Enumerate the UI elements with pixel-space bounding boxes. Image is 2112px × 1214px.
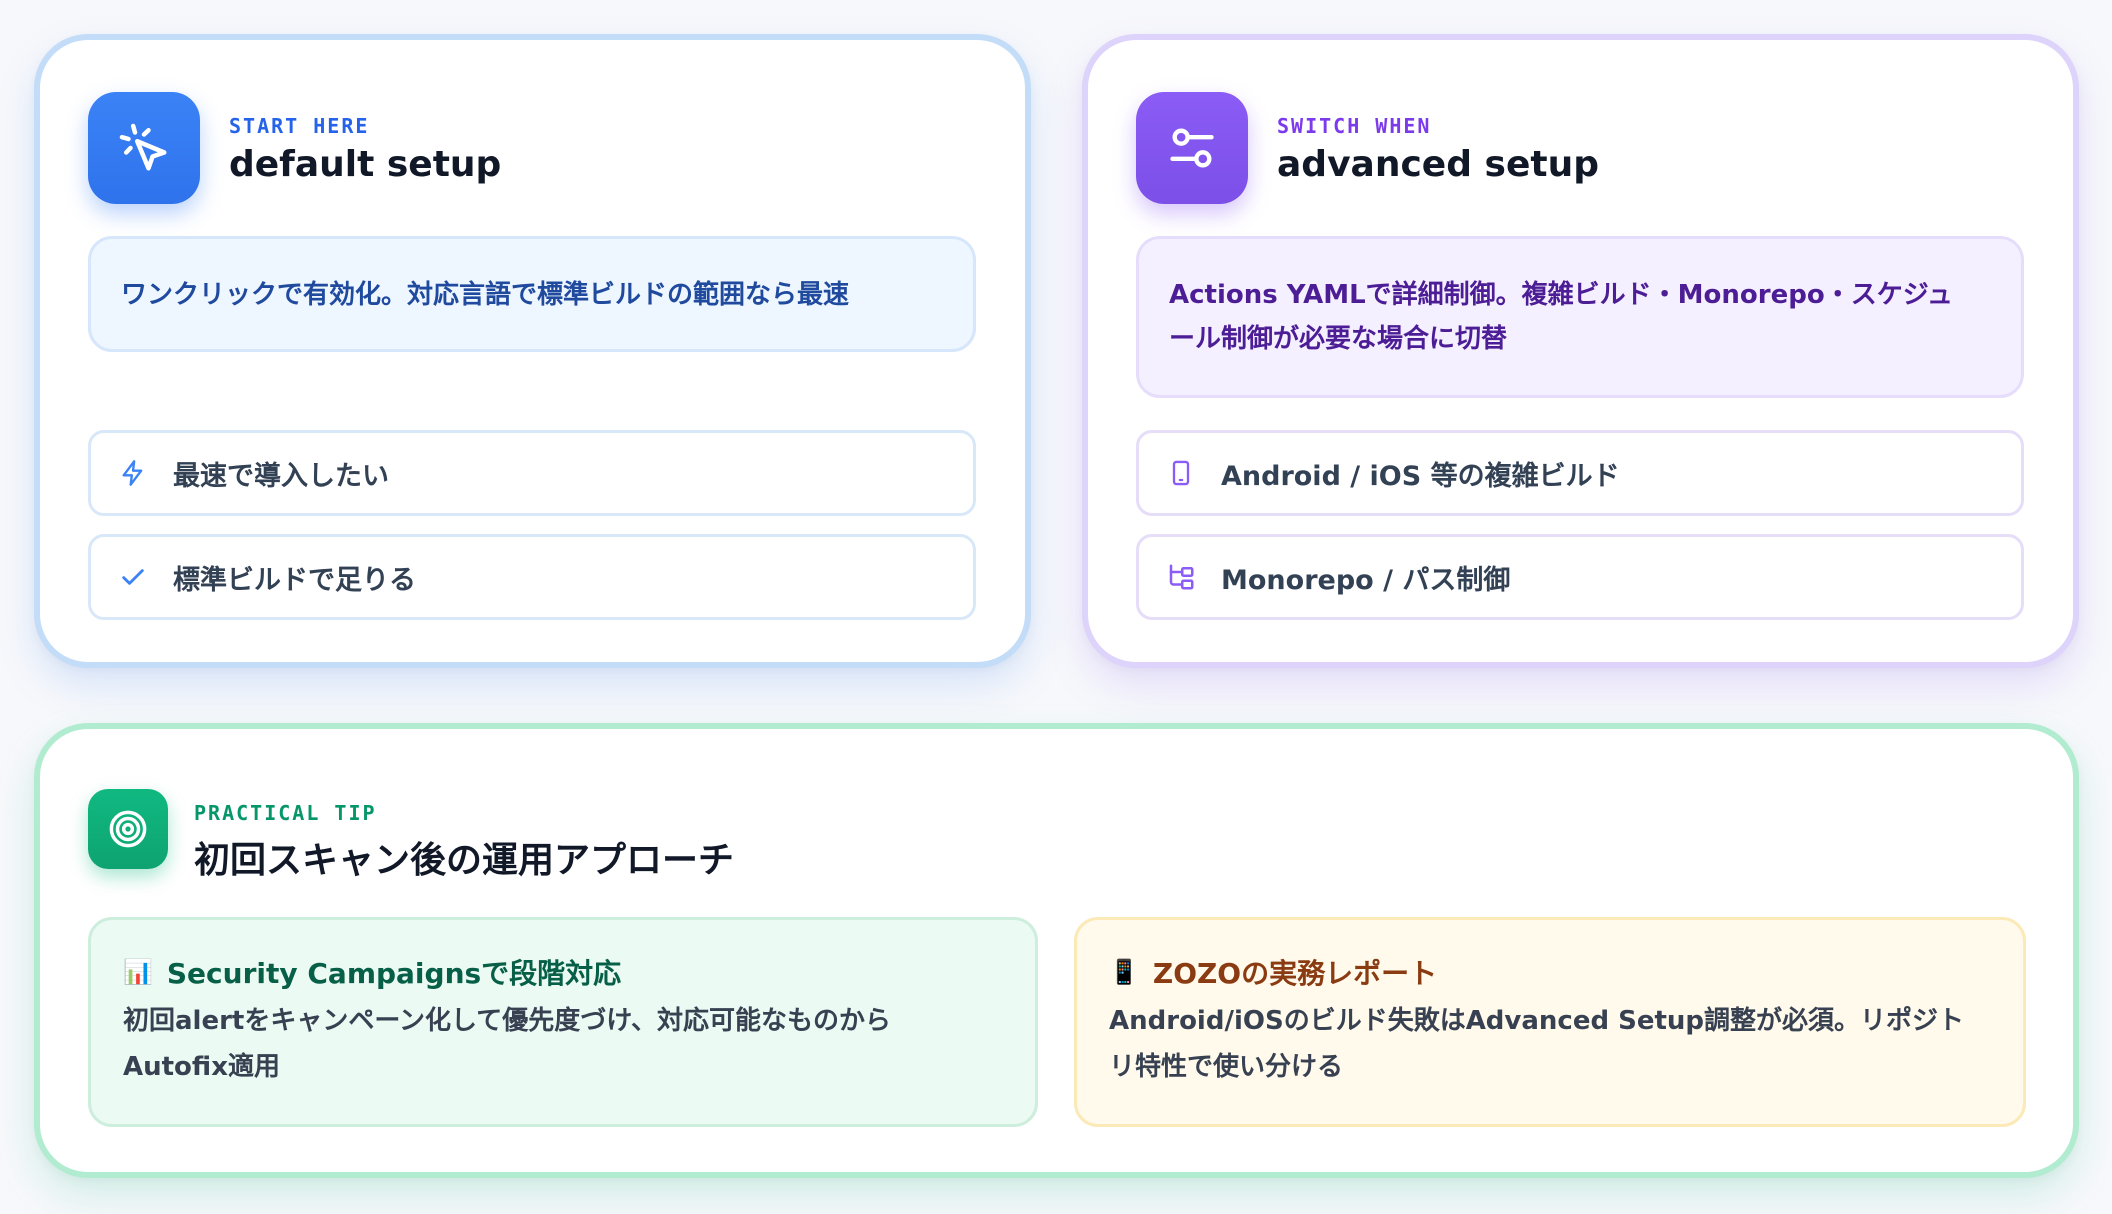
- advanced-item-complex-build: Android / iOS 等の複雑ビルド: [1136, 430, 2024, 516]
- default-item-label: 標準ビルドで足りる: [173, 564, 416, 596]
- cursor-click-icon: [88, 92, 200, 204]
- advanced-item-label: Monorepo / パス制御: [1221, 564, 1511, 596]
- lightning-icon: [115, 455, 151, 491]
- tip-box-zozo: 📱 ZOZOの実務レポート Android/iOSのビルド失敗はAdvanced…: [1074, 917, 2026, 1127]
- folder-tree-icon: [1163, 559, 1199, 595]
- bar-chart-icon: 📊: [123, 958, 153, 986]
- tip-box-body-line: Autofix適用: [123, 1052, 280, 1082]
- target-icon: [88, 789, 168, 869]
- advanced-title: advanced setup: [1277, 144, 1599, 185]
- tip-box-body: Android/iOSのビルド失敗はAdvanced Setup調整が必須。リポ…: [1109, 998, 1991, 1090]
- sliders-icon: [1136, 92, 1248, 204]
- default-eyebrow: START HERE: [229, 114, 370, 138]
- default-item-fastest: 最速で導入したい: [88, 430, 976, 516]
- tip-box-body: 初回alertをキャンペーン化して優先度づけ、対応可能なものから Autofix…: [123, 998, 1003, 1090]
- advanced-setup-card: SWITCH WHEN advanced setup Actions YAMLで…: [1082, 34, 2079, 668]
- advanced-item-monorepo: Monorepo / パス制御: [1136, 534, 2024, 620]
- default-description-text: ワンクリックで有効化。対応言語で標準ビルドの範囲なら最速: [121, 280, 850, 310]
- tip-box-heading-text: Security Campaignsで段階対応: [166, 957, 622, 990]
- tip-eyebrow: PRACTICAL TIP: [194, 801, 377, 825]
- check-icon: [115, 559, 151, 595]
- mobile-phone-icon: 📱: [1109, 958, 1139, 986]
- tip-box-body-line: 初回alertをキャンペーン化して優先度づけ、対応可能なものから: [123, 1006, 891, 1036]
- tip-box-campaigns: 📊 Security Campaignsで段階対応 初回alertをキャンペーン…: [88, 917, 1038, 1127]
- tip-box-body-line: Android/iOSのビルド失敗はAdvanced Setup調整が必須。リポ…: [1109, 1006, 1965, 1036]
- default-description: ワンクリックで有効化。対応言語で標準ビルドの範囲なら最速: [88, 236, 976, 352]
- default-item-label: 最速で導入したい: [173, 460, 389, 492]
- phone-icon: [1163, 455, 1199, 491]
- default-setup-card: START HERE default setup ワンクリックで有効化。対応言語…: [34, 34, 1031, 668]
- advanced-item-label: Android / iOS 等の複雑ビルド: [1221, 460, 1620, 492]
- default-title: default setup: [229, 144, 502, 185]
- advanced-description: Actions YAMLで詳細制御。複雑ビルド・Monorepo・スケジュ ール…: [1136, 236, 2024, 398]
- tip-box-body-line: リ特性で使い分ける: [1109, 1052, 1344, 1082]
- practical-tip-card: PRACTICAL TIP 初回スキャン後の運用アプローチ 📊 Security…: [34, 723, 2079, 1178]
- tip-box-heading-text: ZOZOの実務レポート: [1152, 957, 1438, 990]
- advanced-eyebrow: SWITCH WHEN: [1277, 114, 1432, 138]
- tip-title: 初回スキャン後の運用アプローチ: [194, 840, 735, 881]
- default-item-standard: 標準ビルドで足りる: [88, 534, 976, 620]
- tip-box-heading: 📱 ZOZOの実務レポート: [1109, 950, 1991, 994]
- advanced-description-line: ール制御が必要な場合に切替: [1169, 324, 1508, 354]
- tip-box-heading: 📊 Security Campaignsで段階対応: [123, 950, 1003, 994]
- advanced-description-line: Actions YAMLで詳細制御。複雑ビルド・Monorepo・スケジュ: [1169, 280, 1953, 310]
